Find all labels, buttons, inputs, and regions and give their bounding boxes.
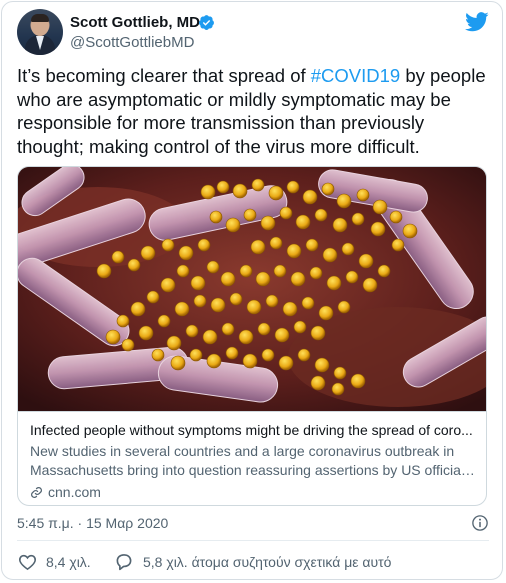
author-handle[interactable]: @ScottGottliebMD [70,34,194,51]
info-icon[interactable] [471,514,489,532]
card-description-line-1: New studies in several countries and a l… [30,443,455,459]
tweet-embed[interactable]: Scott Gottlieb, MD @ScottGottliebMD It’s… [1,1,503,580]
author-display-name[interactable]: Scott Gottlieb, MD [70,14,200,31]
reply-bubble-icon[interactable] [114,552,134,571]
card-title[interactable]: Infected people without symptoms might b… [30,421,476,440]
avatar-hair [31,14,49,22]
tweet-text-start: It’s becoming clearer that spread of [17,65,311,86]
card-domain-row[interactable]: cnn.com [30,483,476,502]
card-description-line-2: Massachusetts bring into question reassu… [30,462,476,478]
card-body[interactable]: Infected people without symptoms might b… [18,411,486,505]
verified-badge-icon [199,15,214,30]
card-domain[interactable]: cnn.com [48,483,101,502]
tweet-timestamp[interactable]: 5:45 π.μ. · 15 Μαρ 2020 [17,515,168,531]
card-image-virus-micrograph[interactable] [18,167,487,411]
divider [17,540,489,541]
hashtag-link[interactable]: #COVID19 [311,65,400,86]
like-count[interactable]: 8,4 χιλ. [46,554,91,570]
twitter-bird-icon[interactable] [465,12,489,32]
reply-count-text[interactable]: 5,8 χιλ. άτομα συζητούν σχετικά με αυτό [143,554,391,570]
heart-icon[interactable] [18,553,37,571]
tweet-text: It’s becoming clearer that spread of #CO… [17,64,492,158]
avatar[interactable] [17,9,63,55]
link-icon [31,487,42,498]
link-preview-card[interactable]: Infected people without symptoms might b… [17,166,487,506]
